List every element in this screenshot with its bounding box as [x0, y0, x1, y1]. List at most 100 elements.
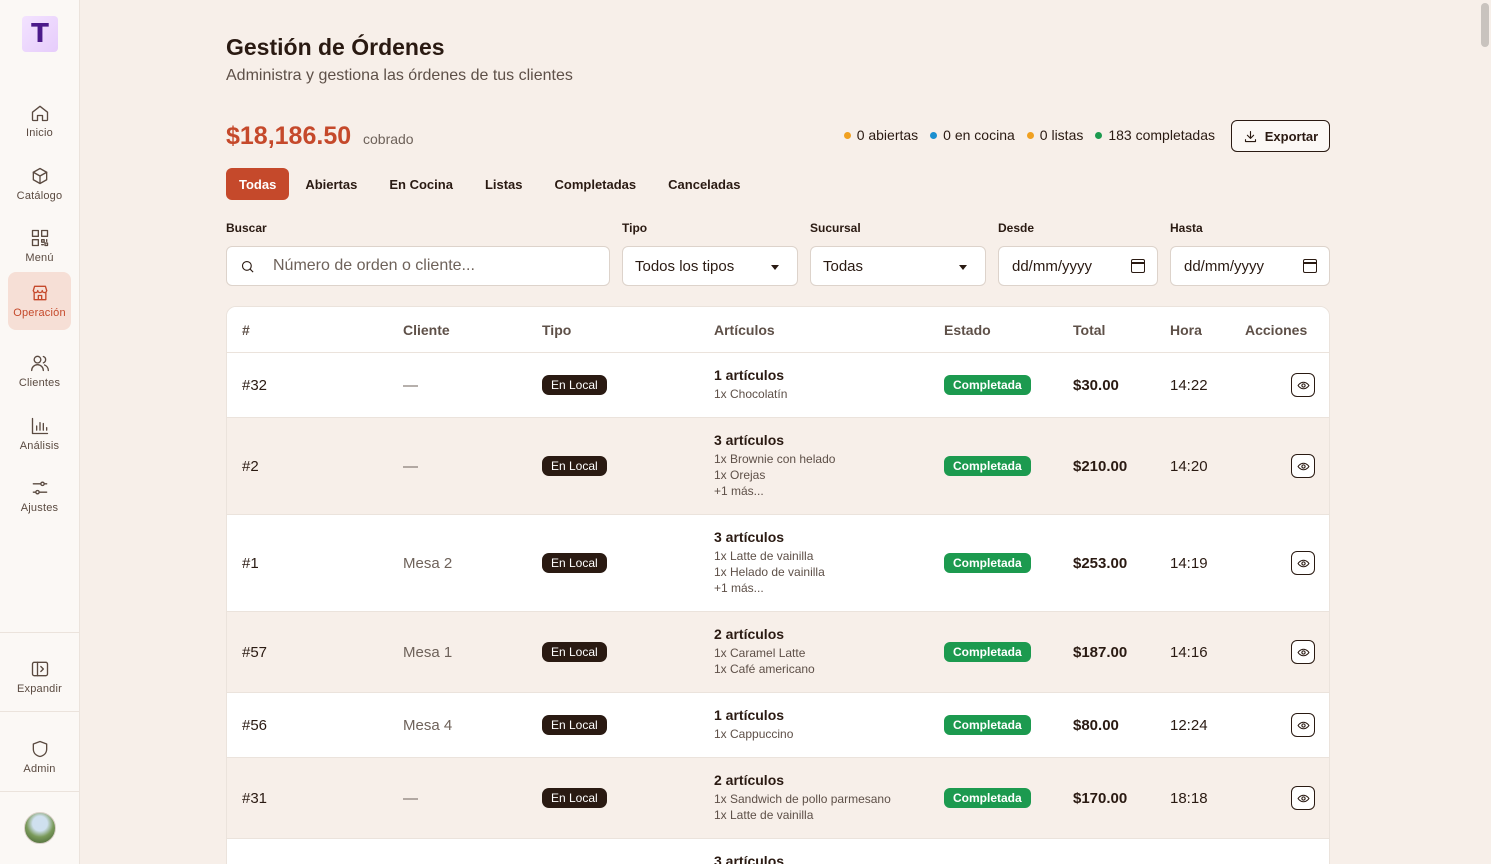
- table-row[interactable]: #32 — En Local 1 artículos 1x Chocolatín…: [227, 353, 1329, 418]
- sidebar-item-clientes[interactable]: Clientes: [8, 342, 71, 400]
- stat-label: 0 en cocina: [943, 127, 1015, 143]
- home-icon: [31, 105, 48, 122]
- type-label: Tipo: [622, 221, 648, 235]
- table-row[interactable]: #31 — En Local 2 artículos 1x Sandwich d…: [227, 758, 1329, 839]
- column-header: Acciones: [1245, 322, 1308, 338]
- view-order-button[interactable]: [1291, 713, 1315, 737]
- sidebar-item-operacion[interactable]: Operación: [8, 272, 71, 330]
- app-logo[interactable]: T: [22, 16, 58, 52]
- order-time: 14:20: [1170, 458, 1208, 475]
- shield-icon: [32, 740, 47, 758]
- eye-icon: [1296, 462, 1310, 470]
- stat-label: 0 abiertas: [856, 127, 919, 143]
- table-row[interactable]: 3 artículos: [227, 839, 1329, 864]
- item-line: 1x Caramel Latte: [714, 646, 806, 660]
- tab-todas[interactable]: Todas: [226, 168, 290, 200]
- view-order-button[interactable]: [1291, 373, 1315, 397]
- status-badge: Completada: [944, 788, 1031, 808]
- order-total: $187.00: [1073, 644, 1128, 661]
- order-client: —: [403, 377, 418, 394]
- expand-button[interactable]: Expandir: [8, 648, 71, 706]
- tab-en-cocina[interactable]: En Cocina: [373, 168, 469, 200]
- order-time: 14:16: [1170, 644, 1208, 661]
- order-client: Mesa 1: [403, 644, 453, 661]
- eye-icon: [1296, 381, 1310, 389]
- to-date-input[interactable]: dd/mm/yyyy: [1170, 246, 1330, 286]
- sidebar-item-ajustes[interactable]: Ajustes: [8, 467, 71, 525]
- calendar-icon[interactable]: [1131, 259, 1145, 273]
- view-order-button[interactable]: [1291, 786, 1315, 810]
- to-date-value: dd/mm/yyyy: [1184, 257, 1265, 275]
- item-line: 1x Latte de vainilla: [714, 808, 814, 822]
- stat-ready: 0 listas: [1026, 127, 1084, 143]
- order-number: #56: [242, 717, 268, 734]
- sidebar-item-label: Catálogo: [16, 190, 63, 202]
- from-date-input[interactable]: dd/mm/yyyy: [998, 246, 1158, 286]
- from-date-value: dd/mm/yyyy: [1012, 257, 1093, 275]
- sidebar-item-label: Clientes: [18, 377, 61, 389]
- order-client: —: [403, 790, 418, 807]
- status-badge: Completada: [944, 715, 1031, 735]
- items-count: 3 artículos: [714, 853, 785, 864]
- item-line: 1x Café americano: [714, 662, 815, 676]
- tab-listas[interactable]: Listas: [469, 168, 539, 200]
- view-order-button[interactable]: [1291, 640, 1315, 664]
- branch-select[interactable]: Todas: [810, 246, 986, 286]
- column-header: #: [242, 322, 250, 338]
- type-select-value: Todos los tipos: [635, 257, 735, 275]
- stat-label: 0 listas: [1039, 127, 1084, 143]
- sidebar-item-label: Análisis: [19, 440, 60, 452]
- order-number: #1: [242, 555, 259, 572]
- expand-label: Expandir: [16, 683, 62, 695]
- scrollbar[interactable]: [1481, 3, 1489, 47]
- avatar[interactable]: [24, 812, 56, 844]
- order-number: #2: [242, 458, 259, 475]
- tab-abiertas[interactable]: Abiertas: [289, 168, 373, 200]
- items-count: 1 artículos: [714, 707, 785, 723]
- view-order-button[interactable]: [1291, 454, 1315, 478]
- collected-label: cobrado: [363, 131, 414, 147]
- items-count: 3 artículos: [714, 529, 785, 545]
- tab-completadas[interactable]: Completadas: [539, 168, 653, 200]
- sidebar-item-menu[interactable]: Menú: [8, 217, 71, 275]
- sidebar-item-label: Inicio: [26, 127, 53, 139]
- search-input[interactable]: Número de orden o cliente...: [226, 246, 610, 286]
- qr-icon: [31, 229, 48, 247]
- order-type-badge: En Local: [542, 642, 607, 662]
- sidebar-item-catalogo[interactable]: Catálogo: [8, 155, 71, 213]
- order-items: 3 artículos 1x Latte de vainilla 1x Hela…: [714, 529, 825, 595]
- export-button[interactable]: Exportar: [1231, 120, 1330, 152]
- view-order-button[interactable]: [1291, 551, 1315, 575]
- order-type-badge: En Local: [542, 456, 607, 476]
- table-row[interactable]: #57 Mesa 1 En Local 2 artículos 1x Caram…: [227, 612, 1329, 693]
- table-row[interactable]: #2 — En Local 3 artículos 1x Brownie con…: [227, 418, 1329, 515]
- item-line: 1x Latte de vainilla: [714, 549, 814, 563]
- order-total: $80.00: [1073, 717, 1119, 734]
- type-select[interactable]: Todos los tipos: [622, 246, 798, 286]
- eye-icon: [1296, 648, 1310, 656]
- status-badge: Completada: [944, 553, 1031, 573]
- item-line: +1 más...: [714, 484, 764, 498]
- store-icon: [32, 285, 47, 301]
- order-total: $170.00: [1073, 790, 1128, 807]
- tab-canceladas[interactable]: Canceladas: [652, 168, 756, 200]
- table-row[interactable]: #1 Mesa 2 En Local 3 artículos 1x Latte …: [227, 515, 1329, 612]
- eye-icon: [1296, 559, 1310, 567]
- order-client: Mesa 2: [403, 555, 453, 572]
- chevron-down-icon: [771, 265, 779, 270]
- sidebar-item-label: Ajustes: [20, 502, 59, 514]
- item-line: +1 más...: [714, 581, 764, 595]
- calendar-icon[interactable]: [1303, 259, 1317, 273]
- branch-select-value: Todas: [823, 257, 864, 275]
- sidebar-item-inicio[interactable]: Inicio: [8, 92, 71, 150]
- column-header: Estado: [944, 322, 991, 338]
- table-row[interactable]: #56 Mesa 4 En Local 1 artículos 1x Cappu…: [227, 693, 1329, 758]
- status-badge: Completada: [944, 456, 1031, 476]
- sidebar-item-analisis[interactable]: Análisis: [8, 405, 71, 463]
- search-icon: [241, 260, 254, 273]
- admin-label: Admin: [23, 763, 56, 775]
- order-type-badge: En Local: [542, 715, 607, 735]
- status-dot: [1026, 131, 1034, 139]
- order-items: 2 artículos 1x Sandwich de pollo parmesa…: [714, 772, 891, 822]
- admin-button[interactable]: Admin: [8, 728, 71, 786]
